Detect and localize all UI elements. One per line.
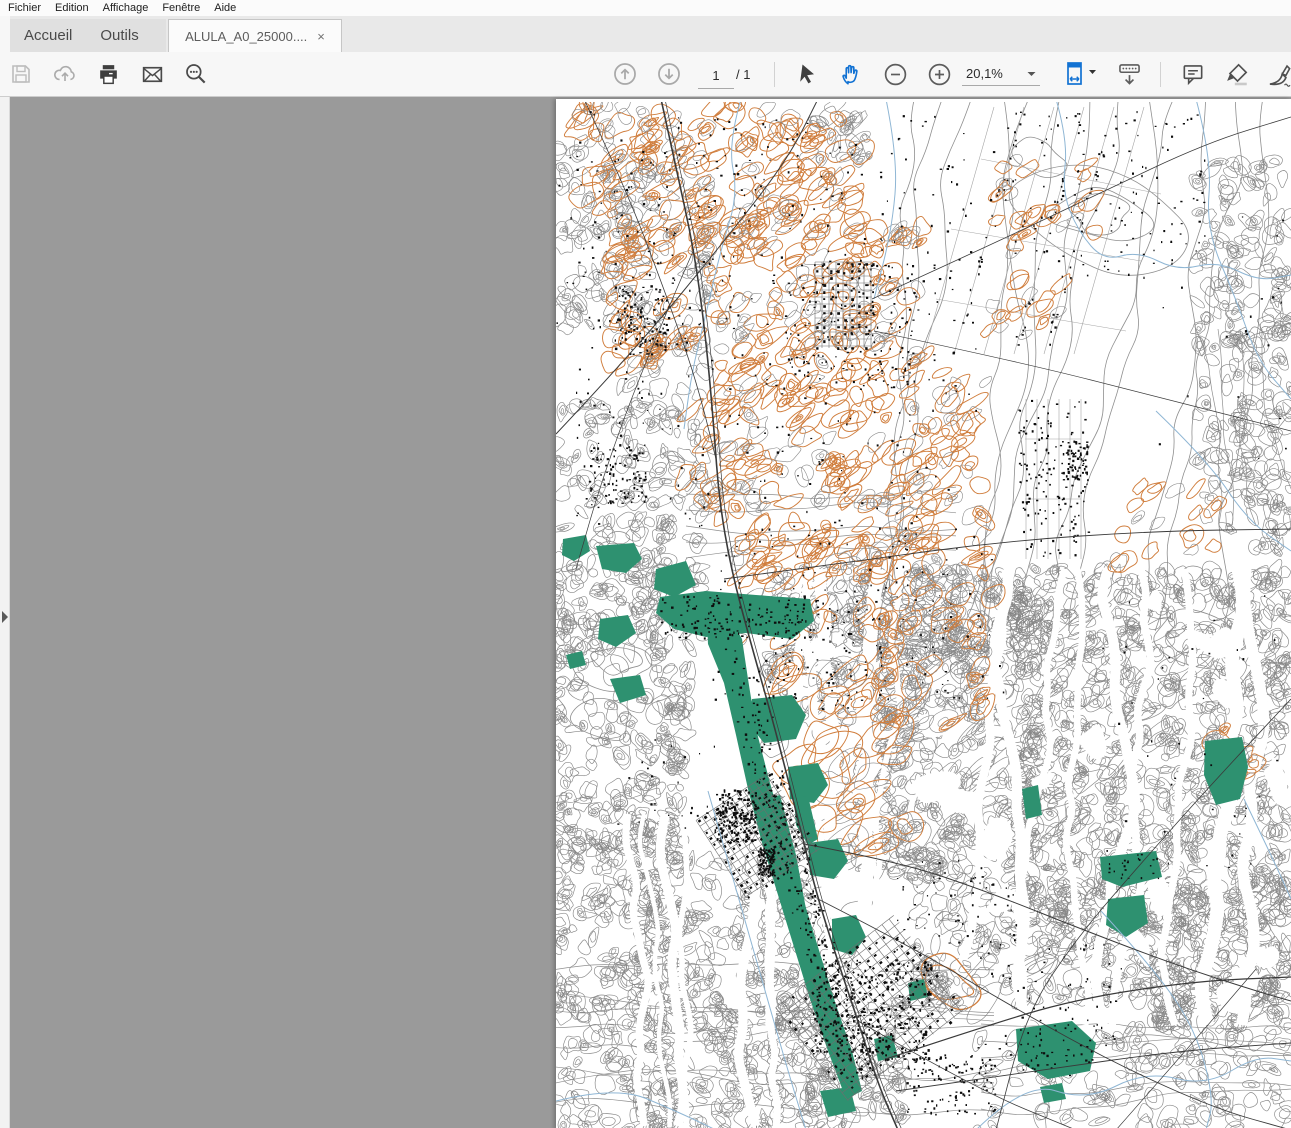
hand-icon bbox=[838, 61, 864, 87]
fill-sign-pen-icon bbox=[1266, 61, 1291, 88]
zoom-in-button[interactable] bbox=[923, 58, 955, 90]
plus-circle-icon bbox=[926, 61, 953, 88]
highlight-button[interactable] bbox=[1221, 58, 1253, 90]
navigation-pane-toggle[interactable] bbox=[0, 607, 10, 627]
zoom-out-button[interactable] bbox=[879, 58, 911, 90]
highlighter-pen-icon bbox=[1224, 61, 1250, 87]
acrobat-window: Fichier Edition Affichage Fenêtre Aide A… bbox=[0, 0, 1291, 1128]
pdf-page[interactable] bbox=[556, 99, 1291, 1128]
arrow-down-circle-icon bbox=[655, 60, 683, 88]
zoom-level-value: 20,1% bbox=[966, 66, 1003, 81]
chevron-down-icon bbox=[1089, 70, 1096, 74]
select-tool-button[interactable] bbox=[792, 58, 824, 90]
cloud-upload-icon bbox=[52, 61, 78, 87]
menu-aide[interactable]: Aide bbox=[207, 1, 243, 15]
page-margin bbox=[556, 99, 1291, 102]
tab-accueil[interactable]: Accueil bbox=[10, 27, 86, 44]
hand-tool-button[interactable] bbox=[835, 58, 867, 90]
previous-page-button[interactable] bbox=[609, 58, 641, 90]
document-workspace bbox=[0, 97, 1291, 1128]
zoom-level-dropdown[interactable]: 20,1% bbox=[962, 62, 1040, 86]
cursor-arrow-icon bbox=[796, 62, 820, 86]
fit-width-icon bbox=[1059, 61, 1099, 87]
print-button[interactable] bbox=[92, 58, 124, 90]
arrow-up-circle-icon bbox=[611, 60, 639, 88]
toolbar: / 1 20,1% bbox=[0, 52, 1291, 97]
menu-edition[interactable]: Edition bbox=[48, 1, 96, 15]
zoom-loupe-icon bbox=[183, 61, 209, 87]
topographic-map bbox=[556, 99, 1291, 1128]
printer-icon bbox=[96, 62, 121, 87]
toolbar-divider bbox=[1160, 62, 1161, 87]
zoom-tools-button[interactable] bbox=[180, 58, 212, 90]
document-tab-label: ALULA_A0_25000.... bbox=[185, 29, 307, 44]
envelope-icon bbox=[140, 62, 165, 87]
chevron-right-icon bbox=[1, 611, 9, 623]
save-icon bbox=[9, 62, 33, 86]
save-button[interactable] bbox=[5, 58, 37, 90]
next-page-button[interactable] bbox=[653, 58, 685, 90]
menu-affichage[interactable]: Affichage bbox=[96, 1, 156, 15]
share-upload-button[interactable] bbox=[49, 58, 81, 90]
page-number-input[interactable] bbox=[698, 62, 734, 89]
minus-circle-icon bbox=[882, 61, 909, 88]
fit-width-button[interactable] bbox=[1058, 58, 1100, 90]
nav-tab-block: Accueil Outils bbox=[10, 19, 166, 52]
toolbar-divider bbox=[774, 62, 775, 87]
tab-document[interactable]: ALULA_A0_25000.... × bbox=[168, 19, 342, 52]
tab-bar: Accueil Outils ALULA_A0_25000.... × bbox=[0, 16, 1291, 52]
dock-toolbar-icon bbox=[1116, 61, 1143, 88]
comment-bubble-icon bbox=[1180, 61, 1206, 87]
menu-fichier[interactable]: Fichier bbox=[0, 1, 48, 15]
dock-toolbar-button[interactable] bbox=[1113, 58, 1145, 90]
comment-button[interactable] bbox=[1177, 58, 1209, 90]
page-total-label: / 1 bbox=[736, 67, 750, 82]
email-button[interactable] bbox=[136, 58, 168, 90]
menu-fenetre[interactable]: Fenêtre bbox=[155, 1, 207, 15]
fill-sign-button[interactable] bbox=[1263, 58, 1291, 90]
tab-outils[interactable]: Outils bbox=[86, 27, 152, 44]
chevron-down-icon bbox=[1027, 71, 1036, 77]
menu-bar: Fichier Edition Affichage Fenêtre Aide bbox=[0, 0, 1291, 16]
tab-bar-left-pad bbox=[0, 16, 10, 52]
close-icon[interactable]: × bbox=[317, 30, 325, 43]
